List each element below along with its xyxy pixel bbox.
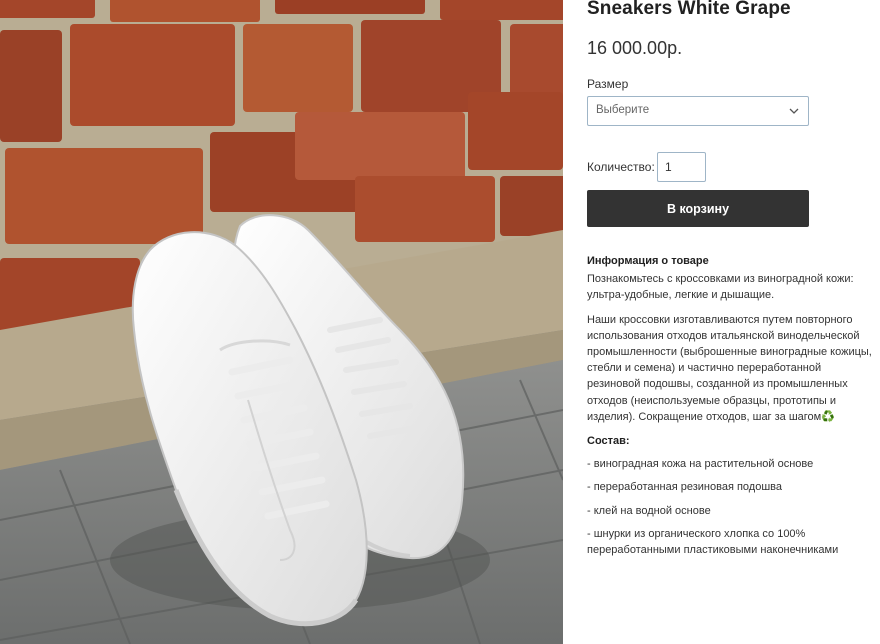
composition-item: - шнурки из органического хлопка со 100%… (587, 527, 839, 557)
size-select[interactable]: Выберите (587, 96, 809, 126)
quantity-input[interactable] (657, 152, 706, 182)
product-photo-illustration (0, 0, 563, 644)
chevron-down-icon (789, 108, 799, 114)
description-body: Наши кроссовки изготавливаются путем пов… (587, 313, 872, 423)
composition-item: - переработанная резиновая подошва (587, 481, 783, 494)
product-price: 16 000.00р. (587, 38, 683, 58)
product-photo (0, 0, 563, 644)
composition-item: - виноградная кожа на растительной основ… (587, 458, 814, 471)
quantity-label: Количество: (587, 160, 655, 174)
size-select-value: Выберите (596, 104, 650, 116)
description-intro: Познакомьтесь с кроссовками из виноградн… (587, 273, 854, 302)
product-title: Sneakers White Grape (587, 0, 791, 19)
product-description: Информация о товаре Познакомьтесь с крос… (587, 253, 872, 558)
add-to-cart-button[interactable]: В корзину (587, 190, 809, 227)
composition-item: - клей на водной основе (587, 504, 711, 517)
composition-heading: Состав: (587, 435, 630, 448)
description-heading: Информация о товаре (587, 255, 709, 267)
size-label: Размер (587, 77, 629, 91)
